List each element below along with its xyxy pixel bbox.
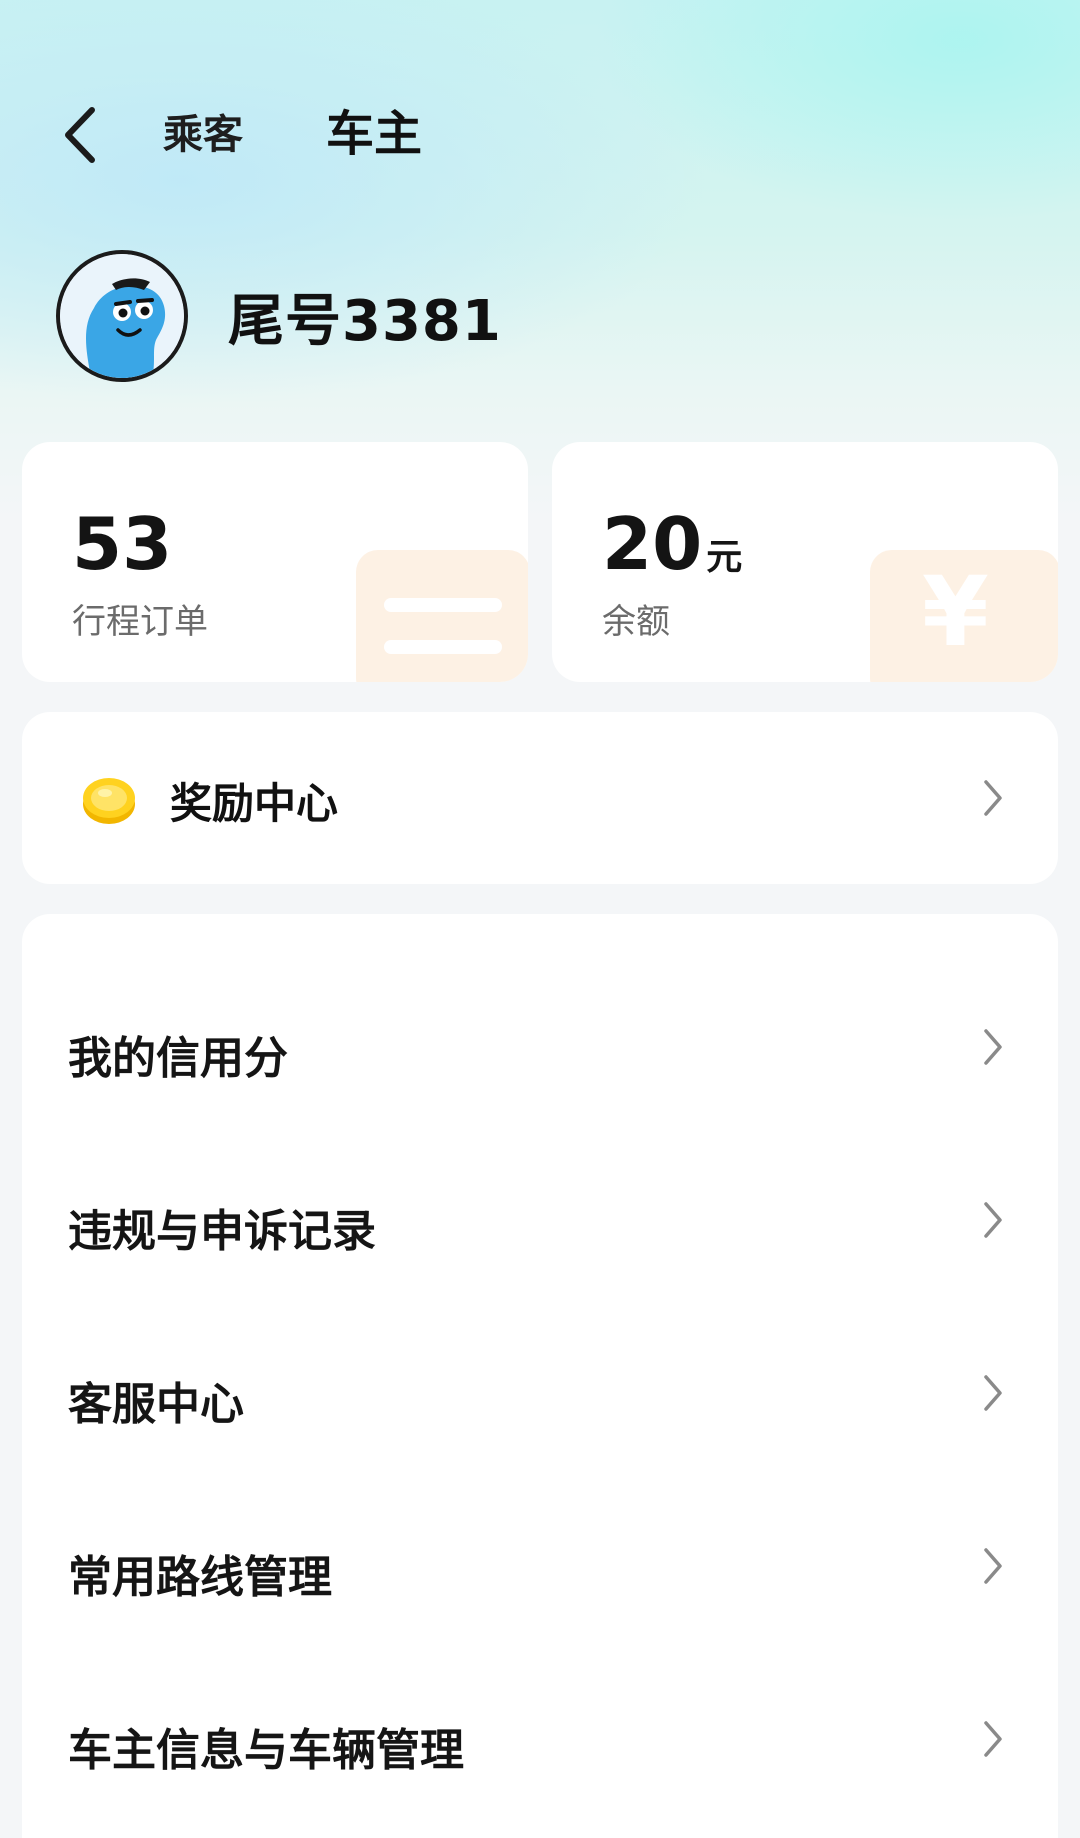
chevron-left-icon bbox=[65, 107, 95, 163]
avatar[interactable] bbox=[56, 250, 188, 382]
chevron-right-icon bbox=[984, 1375, 1002, 1411]
chevron-right-icon bbox=[984, 1548, 1002, 1584]
tab-passenger[interactable]: 乘客 bbox=[163, 102, 243, 160]
menu-list: 我的信用分 违规与申诉记录 客服中心 常用路线管理 车主信息与车辆管理 bbox=[22, 914, 1058, 1838]
menu-item-customer-service[interactable]: 客服中心 bbox=[22, 1318, 1058, 1468]
top-nav: 乘客 车主 bbox=[0, 90, 1080, 180]
menu-item-label: 客服中心 bbox=[68, 1379, 244, 1430]
mascot-avatar-icon bbox=[60, 254, 184, 378]
balance-label: 余额 bbox=[602, 602, 670, 642]
yuan-decoration-icon: ¥ bbox=[870, 550, 1058, 682]
coin-icon bbox=[83, 778, 135, 824]
menu-item-vehicle-management[interactable]: 车主信息与车辆管理 bbox=[22, 1664, 1058, 1814]
menu-item-violations-appeals[interactable]: 违规与申诉记录 bbox=[22, 1145, 1058, 1295]
menu-item-label: 我的信用分 bbox=[68, 1033, 288, 1084]
chevron-right-icon bbox=[984, 1029, 1002, 1065]
orders-label: 行程订单 bbox=[72, 602, 208, 642]
balance-amount: 20 元 bbox=[602, 502, 742, 586]
orders-card[interactable]: 53 行程订单 bbox=[22, 442, 528, 682]
menu-item-credit-score[interactable]: 我的信用分 bbox=[22, 972, 1058, 1122]
menu-item-route-management[interactable]: 常用路线管理 bbox=[22, 1491, 1058, 1641]
balance-card[interactable]: 20 元 余额 ¥ bbox=[552, 442, 1058, 682]
menu-item-label: 违规与申诉记录 bbox=[68, 1206, 376, 1257]
orders-decoration-icon bbox=[356, 550, 528, 682]
driver-profile-page: 乘客 车主 尾号3381 53 行程订单 20 元 余额 ¥ 奖励中心 我的信用… bbox=[0, 0, 1080, 1838]
yuan-symbol: ¥ bbox=[922, 556, 989, 668]
menu-item-label: 车主信息与车辆管理 bbox=[68, 1725, 464, 1776]
reward-center-row[interactable]: 奖励中心 bbox=[22, 712, 1058, 884]
reward-center-label: 奖励中心 bbox=[170, 779, 339, 828]
menu-item-label: 常用路线管理 bbox=[68, 1552, 332, 1603]
username: 尾号3381 bbox=[228, 288, 502, 354]
tab-driver-label: 车主 bbox=[326, 106, 423, 162]
back-button[interactable] bbox=[50, 100, 110, 170]
chevron-right-icon bbox=[984, 780, 1002, 816]
chevron-right-icon bbox=[984, 1202, 1002, 1238]
balance-unit: 元 bbox=[706, 537, 743, 578]
tab-driver[interactable]: 车主 bbox=[320, 94, 435, 170]
chevron-right-icon bbox=[984, 1721, 1002, 1757]
balance-value: 20 bbox=[602, 502, 703, 586]
profile-header: 尾号3381 bbox=[56, 250, 502, 382]
orders-count: 53 bbox=[72, 502, 173, 586]
